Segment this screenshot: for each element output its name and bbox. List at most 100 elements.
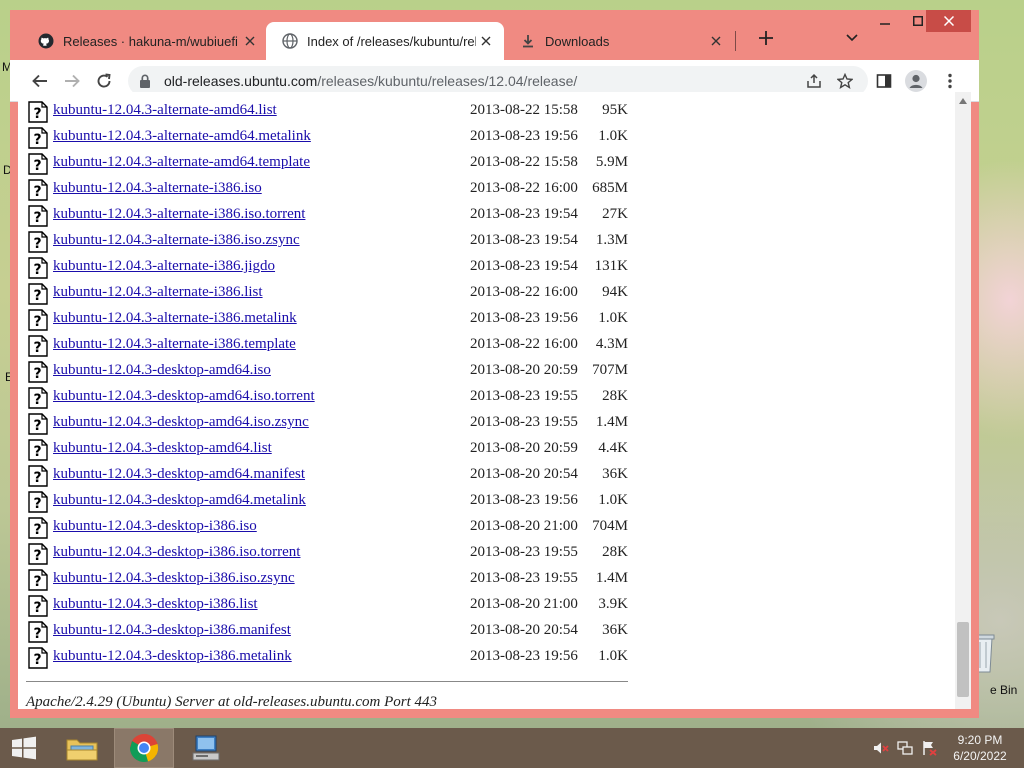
file-link[interactable]: kubuntu-12.04.3-alternate-i386.list (53, 284, 263, 301)
listing-row: ? kubuntu-12.04.3-alternate-i386.list 2013… (18, 281, 718, 307)
listing-row: ? kubuntu-12.04.3-alternate-amd64.list 201… (18, 99, 718, 125)
file-size: 28K (602, 544, 628, 560)
file-link[interactable]: kubuntu-12.04.3-desktop-i386.list (53, 596, 258, 613)
unknown-file-icon[interactable]: ? (28, 491, 48, 513)
listing-row: ? kubuntu-12.04.3-alternate-amd64.metalin… (18, 125, 718, 151)
file-size: 707M (592, 362, 628, 378)
scroll-up-arrow-icon[interactable] (959, 98, 967, 104)
windows-start-button[interactable] (8, 736, 40, 760)
unknown-file-icon[interactable]: ? (28, 153, 48, 175)
unknown-file-icon[interactable]: ? (28, 205, 48, 227)
unknown-file-icon[interactable]: ? (28, 413, 48, 435)
back-button[interactable] (28, 69, 52, 93)
svg-text:?: ? (33, 132, 41, 148)
unknown-file-icon[interactable]: ? (28, 101, 48, 123)
svg-text:?: ? (33, 652, 41, 668)
file-link[interactable]: kubuntu-12.04.3-alternate-i386.template (53, 336, 296, 353)
unknown-file-icon[interactable]: ? (28, 569, 48, 591)
file-link[interactable]: kubuntu-12.04.3-desktop-i386.iso (53, 518, 257, 535)
file-link[interactable]: kubuntu-12.04.3-alternate-amd64.list (53, 102, 277, 119)
file-link[interactable]: kubuntu-12.04.3-desktop-i386.iso.torrent (53, 544, 300, 561)
reload-button[interactable] (92, 69, 116, 93)
file-size: 94K (602, 284, 628, 300)
taskbar-google-chrome[interactable] (114, 728, 174, 768)
browser-menu-button[interactable] (938, 69, 962, 93)
close-tab-icon[interactable] (476, 31, 496, 51)
file-size: 5.9M (595, 154, 628, 170)
unknown-file-icon[interactable]: ? (28, 465, 48, 487)
unknown-file-icon[interactable]: ? (28, 517, 48, 539)
profile-button[interactable] (904, 69, 928, 93)
tab-index-of-releases[interactable]: Index of /releases/kubuntu/relea (266, 22, 504, 60)
svg-text:?: ? (33, 288, 41, 304)
file-link[interactable]: kubuntu-12.04.3-alternate-i386.iso.torre… (53, 206, 305, 223)
file-link[interactable]: kubuntu-12.04.3-desktop-amd64.iso.torren… (53, 388, 315, 405)
svg-text:?: ? (33, 496, 41, 512)
new-tab-button[interactable] (754, 26, 778, 50)
file-link[interactable]: kubuntu-12.04.3-desktop-i386.iso.zsync (53, 570, 295, 587)
taskbar-computer[interactable] (176, 728, 236, 768)
action-center-icon[interactable] (921, 740, 937, 756)
file-link[interactable]: kubuntu-12.04.3-desktop-i386.manifest (53, 622, 291, 639)
unknown-file-icon[interactable]: ? (28, 335, 48, 357)
unknown-file-icon[interactable]: ? (28, 179, 48, 201)
file-link[interactable]: kubuntu-12.04.3-desktop-amd64.metalink (53, 492, 306, 509)
tab-downloads[interactable]: Downloads (504, 22, 734, 60)
file-size: 685M (592, 180, 628, 196)
vertical-scrollbar[interactable] (955, 92, 971, 709)
file-link[interactable]: kubuntu-12.04.3-alternate-amd64.template (53, 154, 310, 171)
file-link[interactable]: kubuntu-12.04.3-desktop-amd64.manifest (53, 466, 305, 483)
system-clock[interactable]: 9:20 PM 6/20/2022 (950, 732, 1010, 764)
lock-icon[interactable] (138, 73, 152, 89)
speaker-muted-icon[interactable] (873, 740, 889, 756)
unknown-file-icon[interactable]: ? (28, 309, 48, 331)
svg-text:?: ? (33, 158, 41, 174)
file-link[interactable]: kubuntu-12.04.3-desktop-amd64.iso.zsync (53, 414, 309, 431)
close-tab-icon[interactable] (706, 31, 726, 51)
file-link[interactable]: kubuntu-12.04.3-desktop-amd64.iso (53, 362, 271, 379)
file-link[interactable]: kubuntu-12.04.3-alternate-i386.iso.zsync (53, 232, 300, 249)
close-tab-icon[interactable] (240, 31, 260, 51)
close-window-button[interactable] (926, 10, 971, 32)
share-button[interactable] (802, 69, 826, 93)
unknown-file-icon[interactable]: ? (28, 387, 48, 409)
bookmark-button[interactable] (833, 69, 857, 93)
listing-row: ? kubuntu-12.04.3-desktop-amd64.manifest 2… (18, 463, 718, 489)
file-link[interactable]: kubuntu-12.04.3-alternate-i386.metalink (53, 310, 297, 327)
file-link[interactable]: kubuntu-12.04.3-alternate-i386.iso (53, 180, 262, 197)
unknown-file-icon[interactable]: ? (28, 127, 48, 149)
unknown-file-icon[interactable]: ? (28, 283, 48, 305)
unknown-file-icon[interactable]: ? (28, 257, 48, 279)
download-icon (523, 35, 533, 48)
unknown-file-icon[interactable]: ? (28, 439, 48, 461)
browser-window: Releases · hakuna-m/wubiuefi · G Index o… (10, 10, 979, 718)
file-modified-date: 2013-08-22 16:00 (470, 284, 578, 300)
scrollbar-thumb[interactable] (957, 622, 969, 697)
unknown-file-icon[interactable]: ? (28, 231, 48, 253)
tab-search-button[interactable] (840, 26, 864, 50)
unknown-file-icon[interactable]: ? (28, 647, 48, 669)
listing-row: ? kubuntu-12.04.3-alternate-i386.jigdo 201… (18, 255, 718, 281)
unknown-file-icon[interactable]: ? (28, 361, 48, 383)
file-link[interactable]: kubuntu-12.04.3-desktop-i386.metalink (53, 648, 292, 665)
unknown-file-icon[interactable]: ? (28, 621, 48, 643)
file-link[interactable]: kubuntu-12.04.3-alternate-i386.jigdo (53, 258, 275, 275)
minimize-button[interactable] (870, 10, 900, 32)
side-panel-button[interactable] (872, 69, 896, 93)
network-icon[interactable] (897, 740, 913, 756)
svg-text:?: ? (33, 548, 41, 564)
file-modified-date: 2013-08-22 15:58 (470, 102, 578, 118)
file-size: 704M (592, 518, 628, 534)
file-size: 1.0K (598, 648, 628, 664)
unknown-file-icon[interactable]: ? (28, 543, 48, 565)
file-link[interactable]: kubuntu-12.04.3-alternate-amd64.metalink (53, 128, 311, 145)
unknown-file-icon[interactable]: ? (28, 595, 48, 617)
taskbar-file-explorer[interactable] (52, 728, 112, 768)
close-icon (943, 16, 954, 26)
file-size: 36K (602, 622, 628, 638)
file-link[interactable]: kubuntu-12.04.3-desktop-amd64.list (53, 440, 272, 457)
tab-github-releases[interactable]: Releases · hakuna-m/wubiuefi · G (22, 22, 268, 60)
forward-button[interactable] (60, 69, 84, 93)
listing-row: ? kubuntu-12.04.3-desktop-amd64.metalink 2… (18, 489, 718, 515)
plus-icon (759, 31, 773, 45)
